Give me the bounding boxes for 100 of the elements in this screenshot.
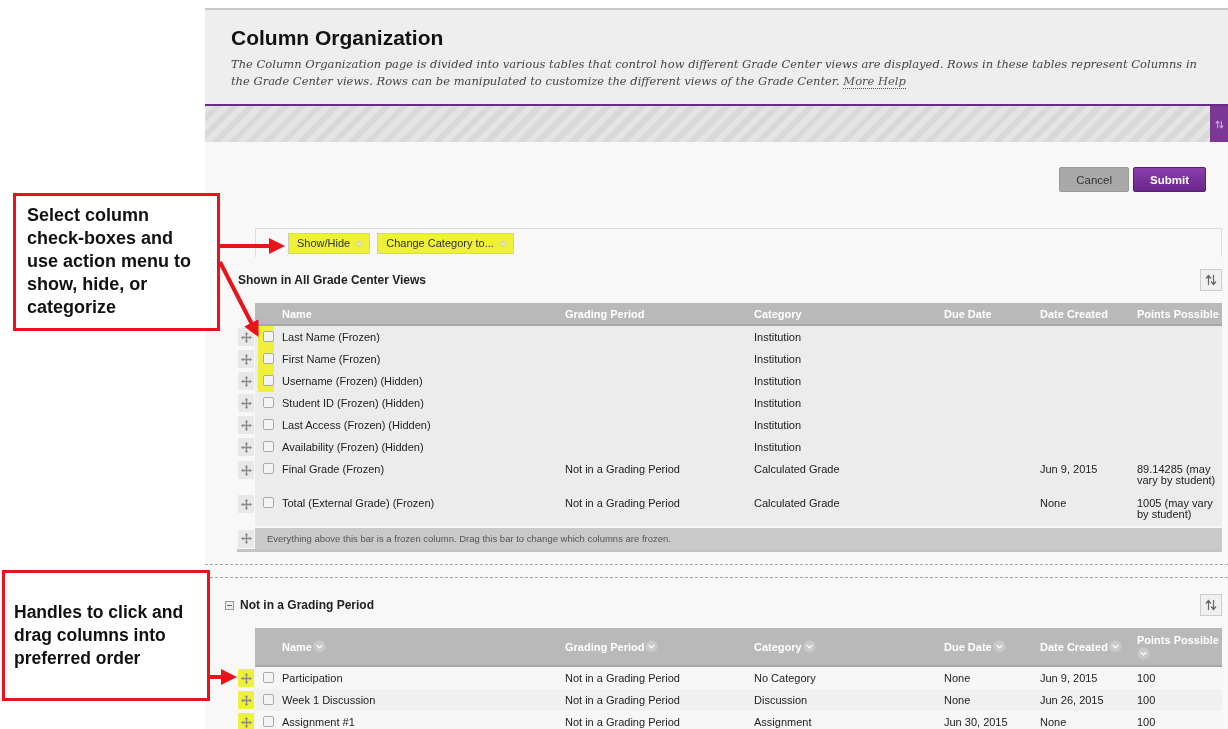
column-header: Name [282, 307, 312, 320]
callout-box: Select column check-boxes and use action menu to show, hide, or categorize [13, 193, 220, 331]
sort-arrows-icon [1205, 274, 1217, 286]
table-cell-text: Jun 9, 2015 [1040, 462, 1099, 477]
collapse-icon[interactable] [225, 600, 234, 610]
caret-icon [499, 239, 507, 247]
callout-arrow [220, 238, 285, 254]
column-header: Category [754, 307, 802, 320]
drag-handle[interactable] [238, 691, 254, 709]
table-cell-text: Jun 9, 2015 [1040, 671, 1099, 686]
column-header: Due Date [944, 640, 992, 653]
toggle-tab[interactable] [1210, 106, 1228, 142]
drag-handle[interactable] [238, 713, 254, 729]
table-cell-text: Last Access (Frozen) (Hidden) [282, 418, 432, 433]
move-handle-icon [240, 397, 252, 409]
sort-arrows-icon [1214, 119, 1224, 129]
section-title: Not in a Grading Period [240, 598, 374, 612]
column-header: Grading Period [565, 640, 645, 653]
table-cell-text: Jun 30, 2015 [944, 715, 1009, 729]
sort-chevron-icon[interactable] [312, 640, 326, 653]
table-cell-text: Not in a Grading Period [565, 693, 681, 708]
sort-chevron-icon[interactable] [802, 640, 816, 653]
row-checkbox[interactable] [263, 353, 274, 364]
row-checkbox[interactable] [263, 672, 274, 683]
table-cell-text: Institution [754, 440, 803, 455]
table-cell-text: None [1040, 715, 1068, 729]
table-cell-text: Week 1 Discussion [282, 693, 377, 708]
sort-chevron-icon[interactable] [1137, 646, 1150, 660]
column-header: Points Possible [1137, 633, 1219, 646]
move-handle-icon [240, 498, 252, 510]
action-menu-button[interactable]: Change Category to... [377, 232, 514, 254]
sort-chevron-icon[interactable] [1108, 640, 1122, 653]
table-cell-text: Not in a Grading Period [565, 671, 681, 686]
drag-handle[interactable] [238, 669, 254, 687]
row-checkbox[interactable] [263, 694, 274, 705]
table-cell-text: None [944, 671, 972, 686]
frozen-column-bar[interactable]: Everything above this bar is a frozen column. Drag this bar to change which columns are frozen. [255, 528, 1222, 549]
table-cell-text: Total (External Grade) (Frozen) [282, 496, 436, 511]
drag-handle[interactable] [238, 495, 254, 513]
column-header: Name [282, 640, 312, 653]
table-cell-text: First Name (Frozen) [282, 352, 382, 367]
drag-handle[interactable] [238, 350, 254, 368]
table-cell-text: Institution [754, 352, 803, 367]
caret-icon [356, 239, 364, 247]
move-handle-icon [240, 331, 252, 343]
table-cell-text: None [1040, 496, 1068, 511]
table-cell-text: Institution [754, 374, 803, 389]
move-handle-icon [240, 716, 252, 728]
table-cell-text: 100 [1137, 671, 1157, 686]
row-checkbox[interactable] [263, 497, 274, 508]
table-cell-text: 1005 (may vary by student) [1137, 496, 1214, 522]
move-handle-icon [240, 419, 252, 431]
table-cell-text: 100 [1137, 715, 1157, 729]
column-header: Date Created [1040, 307, 1108, 320]
move-handle-icon [240, 672, 252, 684]
sort-arrows-icon [1205, 599, 1217, 611]
row-checkbox[interactable] [263, 375, 274, 386]
drag-handle[interactable] [238, 328, 254, 346]
section-title: Shown in All Grade Center Views [238, 273, 427, 287]
table-cell-text: Calculated Grade [754, 462, 841, 477]
drag-handle[interactable] [238, 394, 254, 412]
row-checkbox[interactable] [263, 463, 274, 474]
row-checkbox[interactable] [263, 331, 274, 342]
table-cell-text: 89.14285 (may vary by student) [1137, 462, 1217, 488]
move-handle-icon [240, 375, 252, 387]
table-cell-text: Availability (Frozen) (Hidden) [282, 440, 425, 455]
drag-handle[interactable] [238, 529, 254, 548]
action-menu-button[interactable]: Show/Hide [288, 232, 371, 254]
callout-arrow [210, 669, 237, 685]
drag-handle[interactable] [238, 461, 254, 479]
table-cell-text: Calculated Grade [754, 496, 841, 511]
move-handle-icon [240, 441, 252, 453]
table-cell-text: Discussion [754, 693, 809, 708]
column-header: Due Date [944, 307, 992, 320]
reorder-button[interactable] [1200, 269, 1222, 291]
sort-chevron-icon[interactable] [645, 640, 659, 653]
row-checkbox[interactable] [263, 419, 274, 430]
drag-handle[interactable] [238, 416, 254, 434]
table-cell-text: Assignment [754, 715, 813, 729]
table-cell-text: Final Grade (Frozen) [282, 462, 386, 477]
table-cell-text: Assignment #1 [282, 715, 356, 729]
move-handle-icon [240, 353, 252, 365]
move-handle-icon [240, 694, 252, 706]
column-header: Date Created [1040, 640, 1108, 653]
sort-chevron-icon[interactable] [992, 640, 1006, 653]
table-cell-text: Username (Frozen) (Hidden) [282, 374, 424, 389]
table-cell-text: No Category [754, 671, 817, 686]
callout-box: Handles to click and drag columns into preferred order [2, 570, 210, 701]
drag-handle[interactable] [238, 438, 254, 456]
table-cell-text: Institution [754, 330, 803, 345]
submit-button[interactable]: Submit [1133, 167, 1206, 192]
column-header: Points Possible [1137, 307, 1219, 320]
cancel-button[interactable]: Cancel [1059, 167, 1129, 192]
row-checkbox[interactable] [263, 716, 274, 727]
help-link[interactable]: More Help [843, 74, 906, 89]
drag-handle[interactable] [238, 372, 254, 390]
table-cell-text: Institution [754, 418, 803, 433]
reorder-button[interactable] [1200, 594, 1222, 616]
row-checkbox[interactable] [263, 441, 274, 452]
row-checkbox[interactable] [263, 397, 274, 408]
